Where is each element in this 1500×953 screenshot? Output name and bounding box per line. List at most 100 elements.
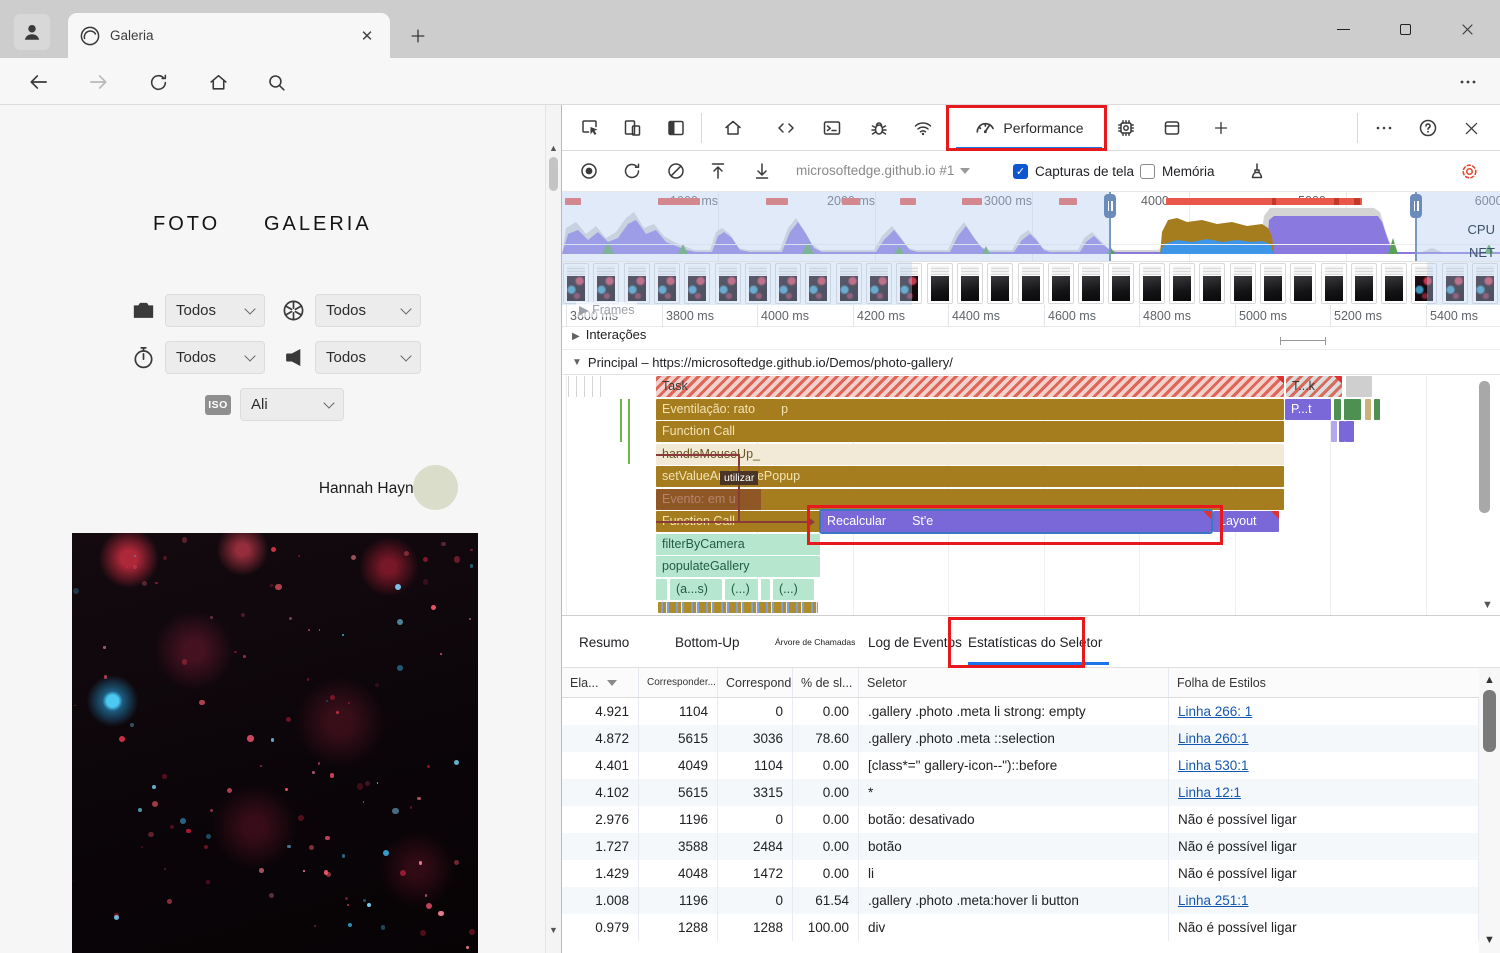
table-scrollbar[interactable]: ▲ ▼ <box>1479 668 1500 953</box>
dock-side-button[interactable] <box>665 117 687 139</box>
flame-bar-tan-1[interactable] <box>1365 399 1371 420</box>
page-scrollbar[interactable]: ▲ ▼ <box>545 105 561 953</box>
col-header-elapsed[interactable]: Ela... <box>562 668 639 698</box>
flame-bar-task[interactable]: Task <box>656 376 1284 397</box>
screenshot-frame[interactable] <box>1230 263 1256 304</box>
flame-bar-anon-call-1[interactable] <box>656 579 667 600</box>
stylesheet-link[interactable]: Linha 530:1 <box>1178 758 1249 773</box>
filter-aperture-select[interactable]: Todos <box>315 294 421 327</box>
flame-bar-gpu-3[interactable] <box>1374 399 1380 420</box>
profile-selector[interactable]: microsoftedge.github.io #1 <box>796 163 970 178</box>
col-header-selector[interactable]: Seletor <box>859 668 1169 698</box>
flame-bar-anon-call-3[interactable]: (...) <box>725 579 758 600</box>
reload-button[interactable] <box>145 69 171 95</box>
flame-bar-anon-call-4[interactable] <box>761 579 770 600</box>
flame-bar-task-2[interactable]: T...k <box>1286 376 1342 397</box>
device-emulation-button[interactable] <box>621 117 643 139</box>
console-tab[interactable] <box>821 117 843 139</box>
scroll-up-icon[interactable]: ▲ <box>548 143 559 153</box>
flame-scroll-thumb[interactable] <box>1479 381 1490 513</box>
screenshot-frame[interactable] <box>957 263 983 304</box>
screenshot-frame[interactable] <box>1321 263 1347 304</box>
flame-bar-task-3[interactable] <box>1346 376 1372 397</box>
screenshot-frame[interactable] <box>1078 263 1104 304</box>
scroll-down-icon[interactable]: ▼ <box>1482 599 1493 611</box>
table-row[interactable]: 1.429404814720.00liNão é possível ligar <box>562 860 1479 887</box>
filter-camera-select[interactable]: Todos <box>165 294 265 327</box>
col-header-match2[interactable]: Corresponder... <box>718 668 793 698</box>
home-button[interactable] <box>205 69 231 95</box>
clear-recording-button[interactable] <box>665 160 687 182</box>
flame-bar-purple-1[interactable] <box>1331 421 1337 442</box>
tab-performance[interactable]: Performance <box>956 105 1102 151</box>
frames-track-label[interactable]: ▶ Frames <box>576 302 637 317</box>
forward-button[interactable] <box>85 69 111 95</box>
flame-bar-micro-strip[interactable] <box>658 602 818 613</box>
flame-bar-evento-rato[interactable]: Eventilação: ratop <box>656 399 1284 420</box>
table-row[interactable]: 1.0081196061.54.gallery .photo .meta:hov… <box>562 887 1479 914</box>
flame-bar-evento-emu[interactable]: Evento: em u <box>656 489 1284 510</box>
screenshot-frame[interactable] <box>1290 263 1316 304</box>
table-row[interactable]: 4.921110400.00.gallery .photo .meta li s… <box>562 698 1479 725</box>
main-thread-track[interactable]: ▼Principal – https://microsoftedge.githu… <box>562 350 1500 375</box>
screenshot-frame[interactable] <box>1108 263 1134 304</box>
back-button[interactable] <box>26 69 52 95</box>
record-button[interactable] <box>578 160 600 182</box>
inspect-element-button[interactable] <box>579 117 601 139</box>
screenshot-frame[interactable] <box>1351 263 1377 304</box>
flame-bar-anon-call-5[interactable]: (...) <box>773 579 814 600</box>
tab-bottom-up[interactable]: Bottom-Up <box>675 616 740 668</box>
screenshot-frame[interactable] <box>1199 263 1225 304</box>
expand-caret-icon[interactable]: ▶ <box>572 331 580 342</box>
page-scroll-thumb[interactable] <box>549 157 558 191</box>
screenshot-frame[interactable] <box>1169 263 1195 304</box>
profile-avatar[interactable] <box>14 14 50 50</box>
network-tab[interactable] <box>912 117 934 139</box>
flame-bar-function-call-1[interactable]: Function Call <box>656 421 1284 442</box>
performance-settings-button[interactable] <box>1458 160 1480 182</box>
flame-bar-recalcular[interactable]: RecalcularSt'e <box>821 511 1211 532</box>
flame-bar-layout[interactable]: Layout <box>1213 511 1279 532</box>
table-row[interactable]: 0.97912881288100.00divNão é possível lig… <box>562 914 1479 941</box>
flame-bar-anon-call-2[interactable]: (a...s) <box>670 579 722 600</box>
col-header-pct[interactable]: % de sl... <box>793 668 859 698</box>
table-row[interactable]: 4.8725615303678.60.gallery .photo .meta … <box>562 725 1479 752</box>
maximize-button[interactable] <box>1382 12 1428 46</box>
scroll-down-icon[interactable]: ▼ <box>1484 934 1495 946</box>
tab--rvore-de-chamadas[interactable]: Árvore de Chamadas <box>775 616 855 668</box>
photographer-avatar[interactable] <box>413 465 458 510</box>
close-window-button[interactable] <box>1444 12 1490 46</box>
filter-shutter-select[interactable]: Todos <box>165 341 265 374</box>
interactions-track[interactable]: ▶Interações <box>562 327 1500 350</box>
elements-tab[interactable] <box>775 117 797 139</box>
tab-resumo[interactable]: Resumo <box>579 616 629 668</box>
screenshot-frame[interactable] <box>1048 263 1074 304</box>
stylesheet-link[interactable]: Linha 251:1 <box>1178 893 1249 908</box>
devtools-menu-button[interactable] <box>1373 117 1395 139</box>
screenshots-checkbox[interactable]: ✓ <box>1013 164 1028 179</box>
memory-tab[interactable] <box>1115 117 1137 139</box>
load-profile-button[interactable] <box>707 160 729 182</box>
more-tabs-button[interactable] <box>1210 117 1232 139</box>
devtools-home-tab[interactable] <box>722 117 744 139</box>
flame-bar-purple-3[interactable] <box>1345 421 1354 442</box>
flame-bar-handle-mouse-up[interactable]: handleMouseUp_ <box>656 444 1284 465</box>
stylesheet-link[interactable]: Linha 260:1 <box>1178 731 1249 746</box>
table-row[interactable]: 4.102561533150.00*Linha 12:1 <box>562 779 1479 806</box>
table-row[interactable]: 2.976119600.00botão: desativadoNão é pos… <box>562 806 1479 833</box>
save-profile-button[interactable] <box>751 160 773 182</box>
scroll-up-icon[interactable]: ▲ <box>1484 674 1495 686</box>
search-button[interactable] <box>263 69 289 95</box>
minimize-button[interactable] <box>1320 12 1366 46</box>
tab-estat-sticas-do-seletor[interactable]: Estatísticas do Seletor <box>968 616 1102 668</box>
scroll-down-icon[interactable]: ▼ <box>548 925 559 935</box>
stylesheet-link[interactable]: Linha 266: 1 <box>1178 704 1252 719</box>
flame-bar-gpu-2[interactable] <box>1344 399 1361 420</box>
collapse-caret-icon[interactable]: ▼ <box>572 357 582 368</box>
col-header-stylesheet[interactable]: Folha de Estilos <box>1169 668 1479 698</box>
timeline-overview[interactable]: 1000 ms 2000 ms 3000 ms 4000 ms 5000 ms … <box>562 192 1500 262</box>
tab-close-icon[interactable]: ✕ <box>356 25 378 47</box>
reload-and-record-button[interactable] <box>621 160 643 182</box>
help-button[interactable] <box>1417 117 1439 139</box>
screenshot-frame[interactable] <box>1381 263 1407 304</box>
